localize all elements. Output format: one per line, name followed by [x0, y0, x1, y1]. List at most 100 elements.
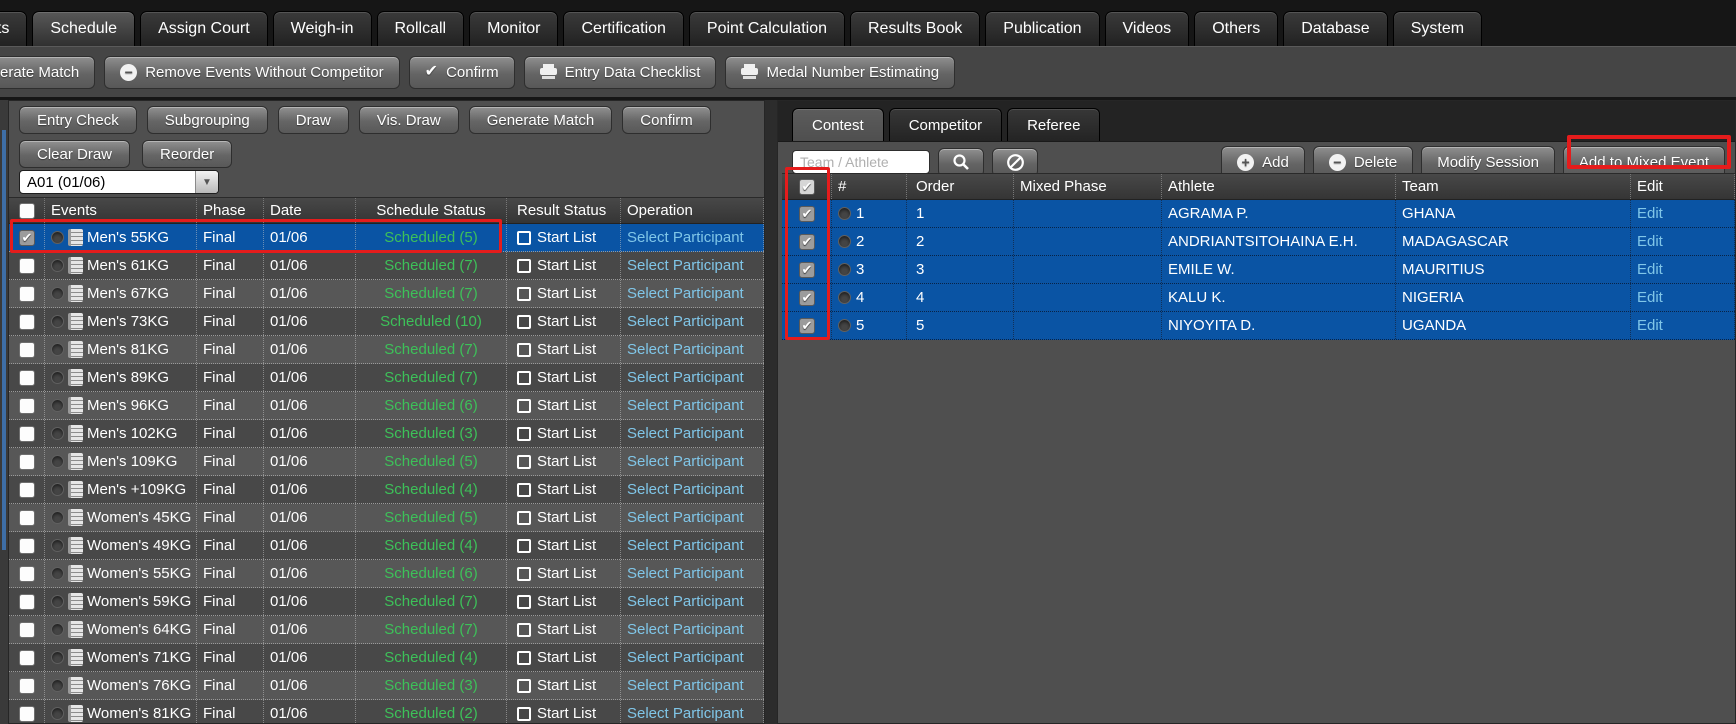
select-participant-link[interactable]: Select Participant: [627, 537, 744, 554]
select-all-checkbox[interactable]: [19, 203, 35, 219]
chevron-down-icon[interactable]: ▼: [195, 171, 218, 193]
menu-tab[interactable]: nts: [0, 11, 27, 46]
select-participant-link[interactable]: Select Participant: [627, 453, 744, 470]
start-list-checkbox[interactable]: [517, 623, 531, 637]
event-row[interactable]: Men's +109KG Final 01/06 Scheduled (4) S…: [9, 476, 764, 504]
start-list-checkbox[interactable]: [517, 371, 531, 385]
event-row-checkbox[interactable]: [19, 482, 35, 498]
contest-row[interactable]: 3 3 EMILE W. MAURITIUS Edit: [782, 256, 1735, 284]
event-row-checkbox[interactable]: [19, 398, 35, 414]
event-row[interactable]: Women's 49KG Final 01/06 Scheduled (4) S…: [9, 532, 764, 560]
start-list-checkbox[interactable]: [517, 707, 531, 721]
select-participant-link[interactable]: Select Participant: [627, 229, 744, 246]
event-row-checkbox[interactable]: [19, 678, 35, 694]
event-row-checkbox[interactable]: [19, 622, 35, 638]
event-row-checkbox[interactable]: [19, 538, 35, 554]
menu-tab[interactable]: Others: [1194, 11, 1278, 46]
menu-tab[interactable]: Publication: [985, 11, 1099, 46]
start-list-checkbox[interactable]: [517, 567, 531, 581]
left-panel-tab-button[interactable]: Subgrouping: [147, 106, 268, 134]
event-row-checkbox[interactable]: [19, 510, 35, 526]
contest-row-checkbox[interactable]: [799, 290, 815, 306]
team-athlete-search-input[interactable]: [792, 150, 930, 174]
select-participant-link[interactable]: Select Participant: [627, 257, 744, 274]
event-row-checkbox[interactable]: [19, 650, 35, 666]
event-row-checkbox[interactable]: [19, 566, 35, 582]
start-list-checkbox[interactable]: [517, 679, 531, 693]
event-row-checkbox[interactable]: [19, 342, 35, 358]
event-row[interactable]: Men's 109KG Final 01/06 Scheduled (5) St…: [9, 448, 764, 476]
edit-link[interactable]: Edit: [1637, 233, 1663, 250]
select-participant-link[interactable]: Select Participant: [627, 705, 744, 722]
left-panel-action-button[interactable]: Clear Draw: [19, 140, 130, 168]
menu-tab[interactable]: Results Book: [850, 11, 980, 46]
start-list-checkbox[interactable]: [517, 259, 531, 273]
left-panel-tab-button[interactable]: Confirm: [622, 106, 711, 134]
event-row-checkbox[interactable]: [19, 370, 35, 386]
left-panel-tab-button[interactable]: Vis. Draw: [359, 106, 459, 134]
event-row-checkbox[interactable]: [19, 258, 35, 274]
right-panel-tab[interactable]: Competitor: [889, 108, 1002, 141]
menu-tab[interactable]: Certification: [563, 11, 683, 46]
event-row[interactable]: Men's 96KG Final 01/06 Scheduled (6) Sta…: [9, 392, 764, 420]
scrollbar-thumb[interactable]: [2, 130, 6, 550]
toolbar-button[interactable]: Confirm: [409, 56, 515, 89]
toolbar-button[interactable]: Entry Data Checklist: [524, 56, 717, 89]
menu-tab[interactable]: Schedule: [32, 11, 135, 46]
event-row-checkbox[interactable]: [19, 230, 35, 246]
start-list-checkbox[interactable]: [517, 287, 531, 301]
left-panel-action-button[interactable]: Reorder: [142, 140, 232, 168]
menu-tab[interactable]: Point Calculation: [689, 11, 845, 46]
event-row[interactable]: Men's 89KG Final 01/06 Scheduled (7) Sta…: [9, 364, 764, 392]
toolbar-button[interactable]: erate Match: [0, 56, 95, 89]
start-list-checkbox[interactable]: [517, 399, 531, 413]
toolbar-button[interactable]: Remove Events Without Competitor: [104, 56, 399, 89]
event-row-checkbox[interactable]: [19, 454, 35, 470]
event-row[interactable]: Men's 67KG Final 01/06 Scheduled (7) Sta…: [9, 280, 764, 308]
left-scrollbar[interactable]: [0, 100, 8, 724]
select-all-contest-checkbox[interactable]: [799, 179, 815, 195]
event-row-checkbox[interactable]: [19, 314, 35, 330]
select-participant-link[interactable]: Select Participant: [627, 621, 744, 638]
event-row-checkbox[interactable]: [19, 426, 35, 442]
start-list-checkbox[interactable]: [517, 483, 531, 497]
select-participant-link[interactable]: Select Participant: [627, 509, 744, 526]
event-row[interactable]: Women's 59KG Final 01/06 Scheduled (7) S…: [9, 588, 764, 616]
session-select[interactable]: A01 (01/06) ▼: [19, 170, 219, 194]
select-participant-link[interactable]: Select Participant: [627, 425, 744, 442]
event-row-checkbox[interactable]: [19, 594, 35, 610]
start-list-checkbox[interactable]: [517, 539, 531, 553]
event-row[interactable]: Men's 55KG Final 01/06 Scheduled (5) Sta…: [9, 224, 764, 252]
select-participant-link[interactable]: Select Participant: [627, 313, 744, 330]
select-participant-link[interactable]: Select Participant: [627, 565, 744, 582]
contest-row-checkbox[interactable]: [799, 318, 815, 334]
left-panel-tab-button[interactable]: Entry Check: [19, 106, 137, 134]
start-list-checkbox[interactable]: [517, 455, 531, 469]
left-panel-tab-button[interactable]: Draw: [278, 106, 349, 134]
start-list-checkbox[interactable]: [517, 315, 531, 329]
edit-link[interactable]: Edit: [1637, 289, 1663, 306]
menu-tab[interactable]: Assign Court: [140, 11, 268, 46]
contest-row-checkbox[interactable]: [799, 206, 815, 222]
contest-row-checkbox[interactable]: [799, 262, 815, 278]
select-participant-link[interactable]: Select Participant: [627, 341, 744, 358]
event-row[interactable]: Women's 81KG Final 01/06 Scheduled (2) S…: [9, 700, 764, 723]
event-row[interactable]: Women's 55KG Final 01/06 Scheduled (6) S…: [9, 560, 764, 588]
select-participant-link[interactable]: Select Participant: [627, 593, 744, 610]
menu-tab[interactable]: System: [1393, 11, 1482, 46]
edit-link[interactable]: Edit: [1637, 317, 1663, 334]
event-row[interactable]: Women's 71KG Final 01/06 Scheduled (4) S…: [9, 644, 764, 672]
event-row-checkbox[interactable]: [19, 286, 35, 302]
menu-tab[interactable]: Weigh-in: [273, 11, 372, 46]
edit-link[interactable]: Edit: [1637, 261, 1663, 278]
event-row[interactable]: Men's 81KG Final 01/06 Scheduled (7) Sta…: [9, 336, 764, 364]
select-participant-link[interactable]: Select Participant: [627, 481, 744, 498]
start-list-checkbox[interactable]: [517, 595, 531, 609]
contest-row[interactable]: 1 1 AGRAMA P. GHANA Edit: [782, 200, 1735, 228]
select-participant-link[interactable]: Select Participant: [627, 649, 744, 666]
left-panel-tab-button[interactable]: Generate Match: [469, 106, 613, 134]
contest-row[interactable]: 4 4 KALU K. NIGERIA Edit: [782, 284, 1735, 312]
select-participant-link[interactable]: Select Participant: [627, 677, 744, 694]
edit-link[interactable]: Edit: [1637, 205, 1663, 222]
right-panel-tab[interactable]: Referee: [1007, 108, 1100, 141]
